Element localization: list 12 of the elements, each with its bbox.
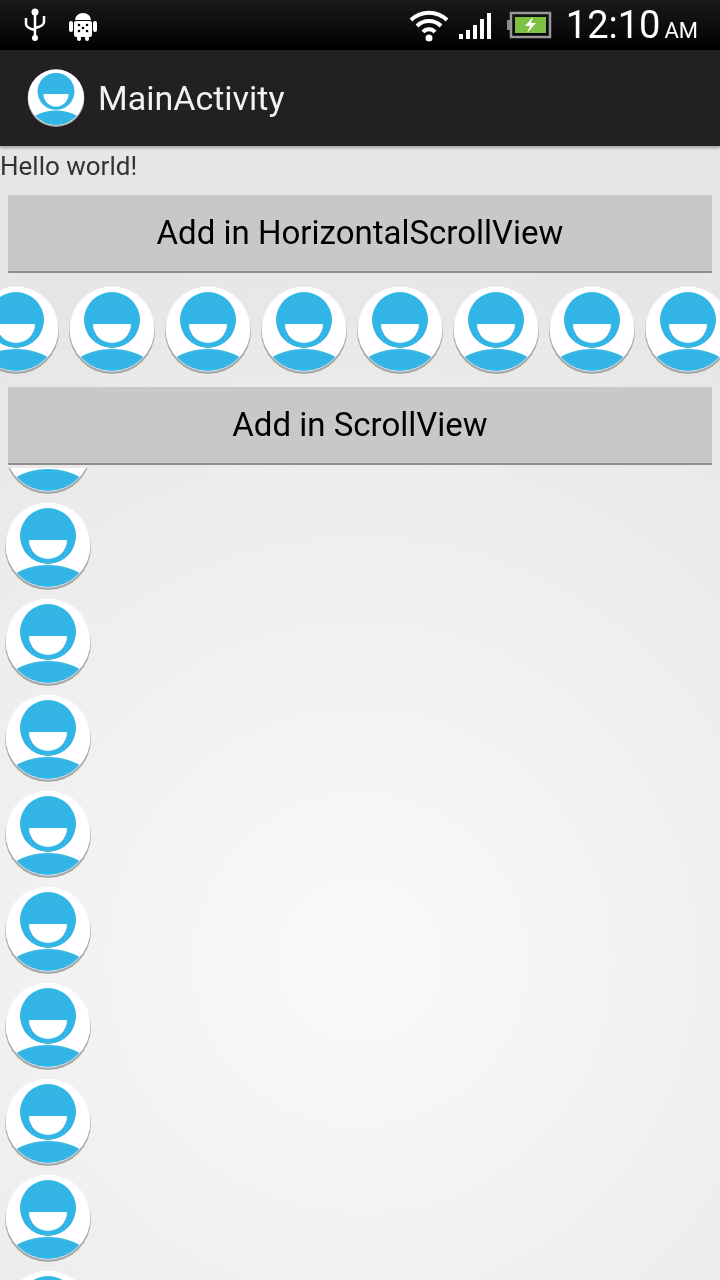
add-button[interactable]: Add in HorizontalScrollView bbox=[8, 195, 712, 273]
signal-icon bbox=[457, 10, 494, 40]
clock-period: AM bbox=[664, 20, 698, 42]
greeting-text: Hello world! bbox=[0, 150, 138, 183]
action-bar-title: MainActivity bbox=[98, 76, 285, 120]
add-button[interactable]: Add in ScrollView bbox=[8, 387, 712, 465]
avatar-icon bbox=[4, 1174, 92, 1262]
usb-icon bbox=[22, 8, 48, 42]
clock-time: 12:10 bbox=[565, 6, 661, 44]
app-icon[interactable] bbox=[27, 69, 85, 127]
battery-icon bbox=[505, 11, 552, 39]
wifi-icon bbox=[407, 8, 450, 42]
